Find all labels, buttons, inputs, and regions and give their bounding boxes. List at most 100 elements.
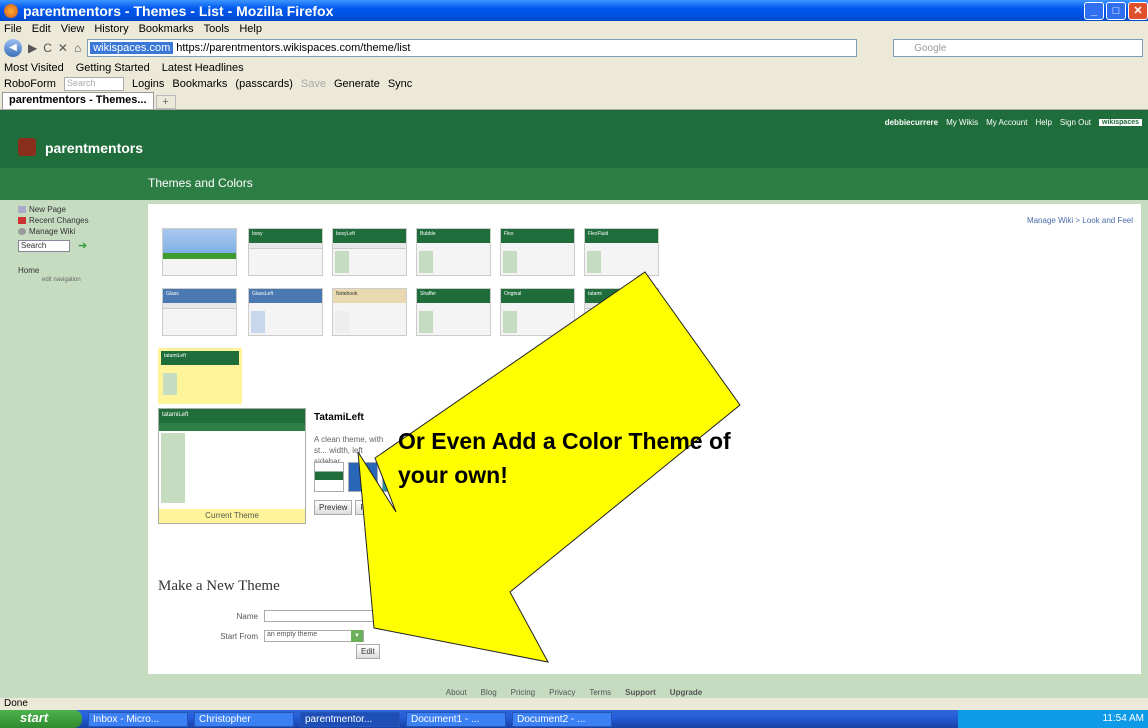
theme-thumb-default[interactable]	[162, 228, 237, 276]
home-icon[interactable]: ⌂	[74, 41, 81, 55]
roboform-logins[interactable]: Logins	[132, 78, 164, 90]
wiki-footer: About Blog Pricing Privacy Terms Support…	[0, 688, 1148, 697]
username[interactable]: debbiecurrere	[885, 118, 938, 127]
roboform-passcards[interactable]: (passcards)	[235, 78, 292, 90]
sign-out-link[interactable]: Sign Out	[1060, 118, 1091, 127]
start-from-select[interactable]: an empty theme	[264, 630, 364, 642]
url-bar[interactable]: wikispaces.com https://parentmentors.wik…	[87, 39, 858, 57]
new-theme-heading: Make a New Theme	[158, 578, 280, 594]
taskbar-item-christopher[interactable]: Christopher	[194, 711, 294, 727]
reload-icon[interactable]: C	[43, 41, 52, 55]
roboform-save[interactable]: Save	[301, 78, 326, 90]
search-box[interactable]: Google	[893, 39, 1144, 57]
tab-strip: parentmentors - Themes... +	[0, 92, 1148, 110]
menu-file[interactable]: File	[4, 23, 22, 35]
theme-thumb-glassleft[interactable]: GlassLeft	[248, 288, 323, 336]
bookmark-getting-started[interactable]: Getting Started	[76, 62, 150, 74]
footer-upgrade[interactable]: Upgrade	[670, 688, 702, 697]
annotation-text: Or Even Add a Color Theme of your own!	[398, 428, 731, 488]
theme-thumb-bosyleft[interactable]: bosyLeft	[332, 228, 407, 276]
search-go-icon[interactable]: ➔	[78, 239, 87, 252]
footer-about[interactable]: About	[446, 688, 467, 697]
roboform-generate[interactable]: Generate	[334, 78, 380, 90]
help-link[interactable]: Help	[1035, 118, 1051, 127]
sidebar-item-manage-wiki[interactable]: Manage Wiki	[18, 226, 138, 237]
selected-theme-preview[interactable]: tatamiLeft Current Theme	[158, 408, 306, 524]
forward-button[interactable]: ▶	[28, 41, 37, 55]
theme-thumb-bubble[interactable]: Bubble	[416, 228, 491, 276]
system-tray-clock[interactable]: 11:54 AM	[958, 710, 1148, 728]
firefox-icon	[4, 3, 18, 18]
detail-thumb-header: tatamiLeft	[159, 409, 305, 423]
start-from-row: Start From an empty theme	[148, 630, 364, 642]
theme-thumb-original[interactable]: Original	[500, 288, 575, 336]
roboform-search[interactable]: Search	[63, 76, 124, 91]
swatch-green[interactable]	[314, 462, 344, 492]
new-tab-button[interactable]: +	[155, 95, 176, 109]
taskbar-item-parentmentors[interactable]: parentmentor...	[300, 711, 400, 727]
theme-name-input[interactable]	[264, 610, 494, 622]
url-text[interactable]: https://parentmentors.wikispaces.com/the…	[176, 42, 410, 54]
window-title: parentmentors - Themes - List - Mozilla …	[23, 2, 334, 19]
footer-pricing[interactable]: Pricing	[511, 688, 535, 697]
theme-thumb-header: FlexFluid	[585, 229, 658, 243]
edit-navigation-link[interactable]: edit navigation	[42, 277, 138, 283]
page-viewport: parentmentors Themes and Colors debbiecu…	[0, 110, 1148, 698]
taskbar-item-inbox[interactable]: Inbox - Micro...	[88, 711, 188, 727]
theme-thumb-tatamileft[interactable]: tatamiLeft	[158, 348, 242, 404]
stop-icon[interactable]: ✕	[58, 41, 68, 55]
menu-bookmarks[interactable]: Bookmarks	[139, 23, 194, 35]
theme-thumb-flex[interactable]: Flex	[500, 228, 575, 276]
menu-edit[interactable]: Edit	[32, 23, 51, 35]
roboform-bookmarks[interactable]: Bookmarks	[172, 78, 227, 90]
wiki-name[interactable]: parentmentors	[45, 140, 143, 156]
theme-thumb-notebook[interactable]: Notebook	[332, 288, 407, 336]
wikispaces-badge[interactable]: wikispaces	[1099, 119, 1142, 126]
footer-terms[interactable]: Terms	[589, 688, 611, 697]
back-button[interactable]: ◀	[4, 39, 22, 57]
footer-privacy[interactable]: Privacy	[549, 688, 575, 697]
theme-thumb-glass[interactable]: Glass	[162, 288, 237, 336]
menu-history[interactable]: History	[94, 23, 128, 35]
theme-thumb-bosy[interactable]: bosy	[248, 228, 323, 276]
menu-tools[interactable]: Tools	[204, 23, 230, 35]
my-wikis-link[interactable]: My Wikis	[946, 118, 978, 127]
theme-thumb-tatami[interactable]: tatami	[584, 288, 659, 336]
tab-parentmentors[interactable]: parentmentors - Themes...	[2, 92, 154, 109]
preview-button[interactable]: Preview	[314, 500, 353, 515]
roboform-menu[interactable]: RoboForm	[4, 78, 56, 90]
sidebar-home-link[interactable]: Home	[18, 266, 138, 275]
theme-thumb-header: Shaffer	[417, 289, 490, 303]
swatch-blue[interactable]	[348, 462, 378, 492]
bookmarks-toolbar: Most Visited Getting Started Latest Head…	[0, 60, 1148, 75]
start-button[interactable]: start	[0, 710, 82, 728]
bookmark-most-visited[interactable]: Most Visited	[4, 62, 64, 74]
roboform-toolbar: RoboForm Search Logins Bookmarks (passca…	[0, 75, 1148, 92]
roboform-sync[interactable]: Sync	[388, 78, 412, 90]
use-theme-button[interactable]: Pr...	[355, 500, 380, 515]
close-button[interactable]: ✕	[1128, 2, 1148, 20]
taskbar-item-document1[interactable]: Document1 - ...	[406, 711, 506, 727]
footer-blog[interactable]: Blog	[481, 688, 497, 697]
sidebar-search-input[interactable]: Search	[18, 239, 70, 252]
taskbar-item-document2[interactable]: Document2 - ...	[512, 711, 612, 727]
site-identity[interactable]: wikispaces.com	[90, 42, 174, 54]
maximize-button[interactable]: □	[1106, 2, 1126, 20]
theme-thumb-shaffer[interactable]: Shaffer	[416, 288, 491, 336]
theme-thumb-header: tatami	[585, 289, 658, 303]
minimize-button[interactable]: _	[1084, 2, 1104, 20]
windows-taskbar: start Inbox - Micro... Christopher paren…	[0, 710, 1148, 728]
edit-button[interactable]: Edit	[356, 644, 380, 659]
bookmark-latest-headlines[interactable]: Latest Headlines	[162, 62, 244, 74]
sidebar-recent-label: Recent Changes	[29, 216, 89, 225]
sidebar-item-recent-changes[interactable]: Recent Changes	[18, 215, 138, 226]
footer-support[interactable]: Support	[625, 688, 656, 697]
theme-thumb-flexfluid[interactable]: FlexFluid	[584, 228, 659, 276]
sidebar-item-new-page[interactable]: New Page	[18, 204, 138, 215]
menu-help[interactable]: Help	[239, 23, 262, 35]
my-account-link[interactable]: My Account	[986, 118, 1027, 127]
wiki-logo-icon[interactable]	[18, 138, 36, 156]
breadcrumb[interactable]: Manage Wiki > Look and Feel	[1027, 216, 1133, 225]
theme-thumb-header: bosyLeft	[333, 229, 406, 243]
menu-view[interactable]: View	[61, 23, 85, 35]
